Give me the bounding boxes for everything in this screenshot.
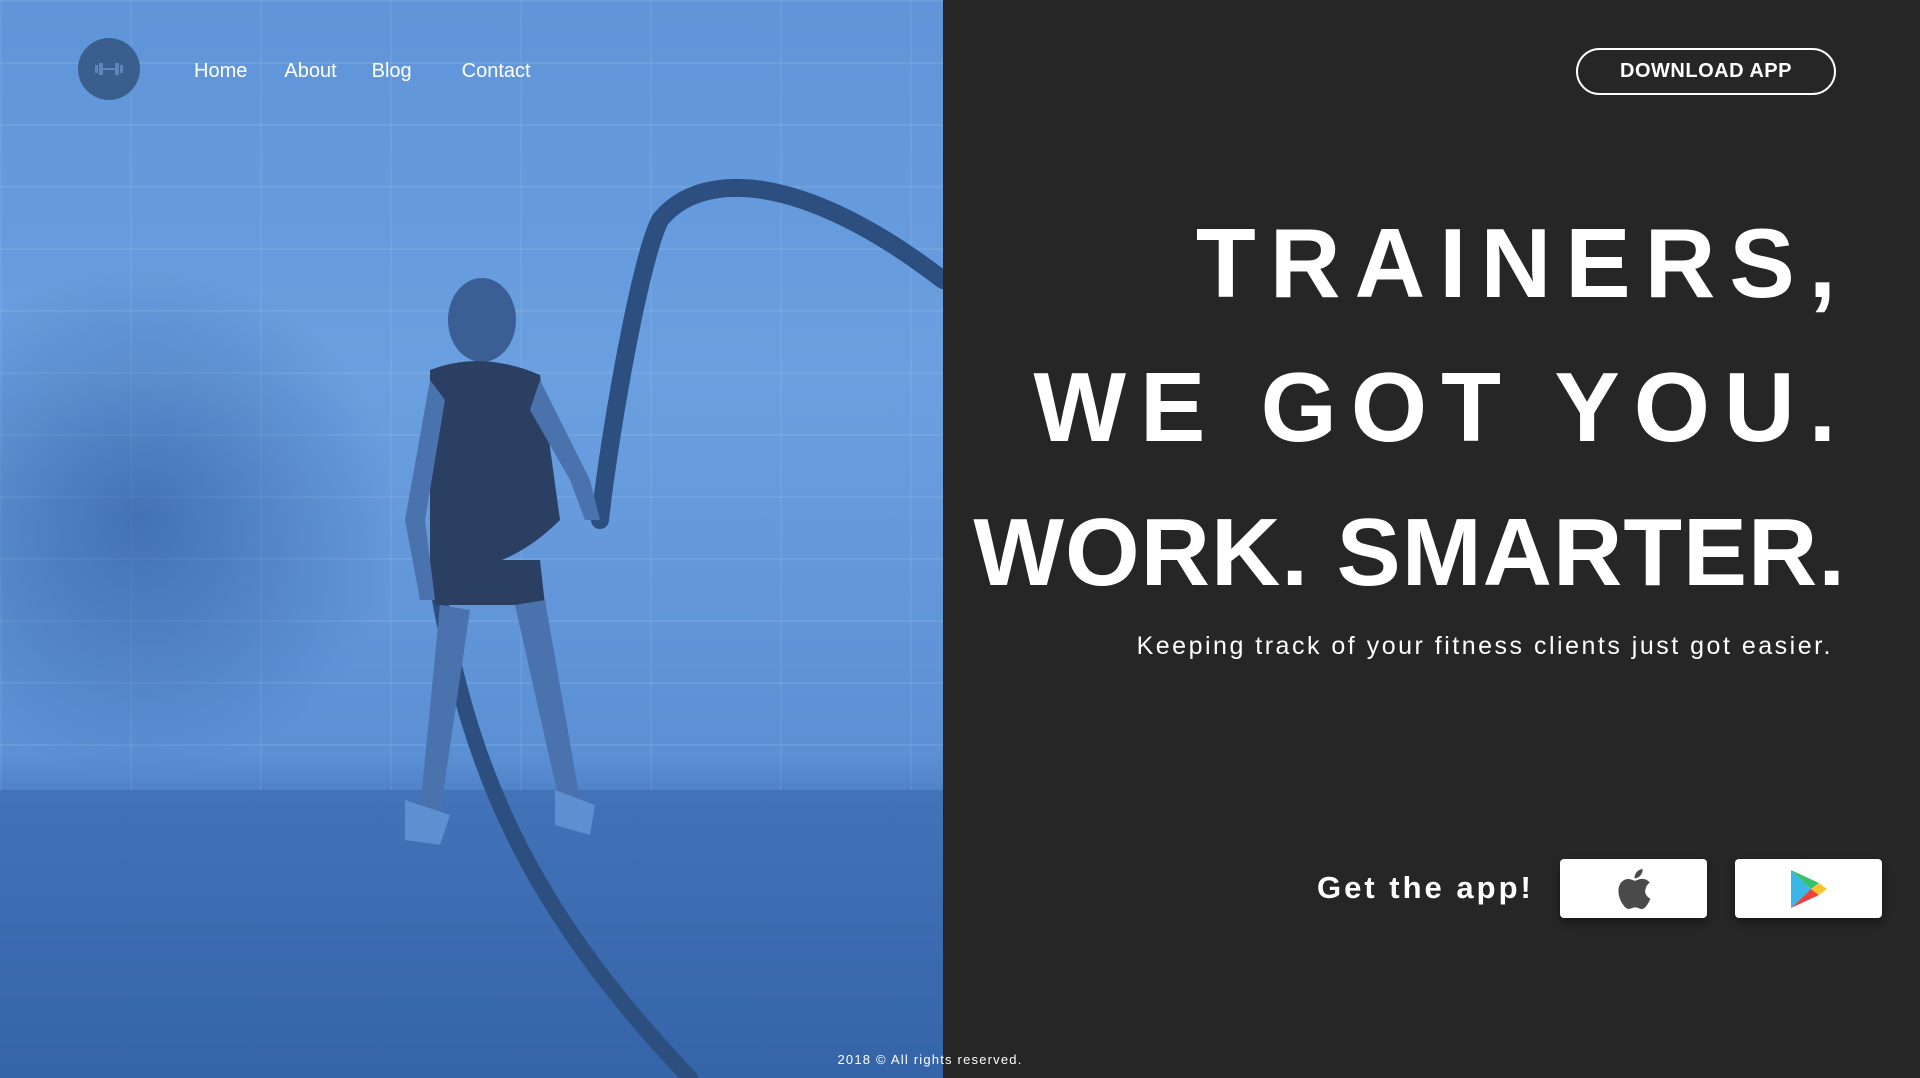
headline-line-3: WORK. SMARTER.	[973, 499, 1846, 606]
main-nav: Home About Blog Contact	[194, 58, 531, 84]
nav-contact[interactable]: Contact	[462, 58, 531, 84]
google-play-icon	[1790, 869, 1827, 908]
download-app-button[interactable]: DOWNLOAD APP	[1576, 48, 1836, 95]
subheadline: Keeping track of your fitness clients ju…	[1136, 632, 1833, 660]
nav-about[interactable]: About	[284, 58, 336, 84]
footer-copyright: 2018 © All rights reserved.	[837, 1052, 1023, 1067]
nav-home[interactable]: Home	[194, 58, 247, 84]
logo[interactable]	[78, 38, 140, 100]
hero-photo	[0, 0, 943, 1078]
dumbbell-icon	[95, 63, 123, 75]
apple-icon	[1617, 868, 1650, 909]
headline-line-1: TRAINERS,	[1195, 208, 1850, 318]
headline-line-2: WE GOT YOU.	[1033, 352, 1850, 462]
nav-blog[interactable]: Blog	[372, 58, 412, 84]
google-play-button[interactable]	[1735, 859, 1882, 918]
get-app-label: Get the app!	[1317, 870, 1534, 905]
athlete-with-battle-rope	[405, 178, 943, 1078]
app-store-button[interactable]	[1560, 859, 1707, 918]
